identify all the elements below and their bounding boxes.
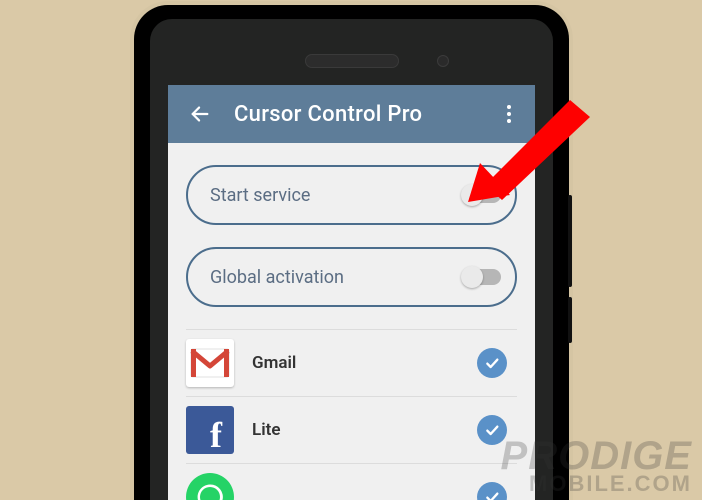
watermark-line2: MOBILE.COM <box>501 474 692 494</box>
start-service-toggle[interactable] <box>463 187 501 203</box>
list-item[interactable]: f Lite <box>186 396 517 463</box>
checkmark-icon <box>484 489 500 500</box>
overflow-menu-button[interactable] <box>497 105 521 123</box>
screenshot-stage: Cursor Control Pro Start service <box>0 0 702 500</box>
global-activation-label: Global activation <box>210 267 463 288</box>
global-activation-toggle[interactable] <box>463 269 501 285</box>
app-bar: Cursor Control Pro <box>168 85 535 143</box>
checkmark-icon <box>484 355 500 371</box>
arrow-back-icon <box>189 103 211 125</box>
checkmark-icon <box>484 422 500 438</box>
overflow-dot-icon <box>507 119 511 123</box>
list-item[interactable]: Gmail <box>186 329 517 396</box>
app-name: Gmail <box>252 353 477 373</box>
app-name: Lite <box>252 420 477 440</box>
overflow-dot-icon <box>507 105 511 109</box>
phone-screen: Cursor Control Pro Start service <box>168 85 535 500</box>
phone-frame: Cursor Control Pro Start service <box>134 5 569 500</box>
start-service-row[interactable]: Start service <box>186 165 517 225</box>
whatsapp-icon <box>186 473 234 500</box>
facebook-icon: f <box>186 406 234 454</box>
global-activation-row[interactable]: Global activation <box>186 247 517 307</box>
watermark: PRODIGE MOBILE.COM <box>501 438 692 494</box>
back-button[interactable] <box>186 100 214 128</box>
toggle-thumb-icon <box>461 184 483 206</box>
volume-up-button <box>568 195 572 287</box>
app-check[interactable] <box>477 348 507 378</box>
gmail-icon <box>186 339 234 387</box>
watermark-line1: PRODIGE <box>501 438 692 474</box>
front-camera <box>437 55 449 67</box>
overflow-dot-icon <box>507 112 511 116</box>
appbar-title: Cursor Control Pro <box>234 102 497 127</box>
phone-bezel: Cursor Control Pro Start service <box>150 19 553 500</box>
settings-content: Start service Global activation <box>168 143 535 500</box>
app-list: Gmail f Lite <box>186 329 517 500</box>
phone-speaker <box>305 54 399 68</box>
list-item[interactable] <box>186 463 517 500</box>
toggle-thumb-icon <box>461 266 483 288</box>
volume-down-button <box>568 297 572 343</box>
start-service-label: Start service <box>210 185 463 206</box>
